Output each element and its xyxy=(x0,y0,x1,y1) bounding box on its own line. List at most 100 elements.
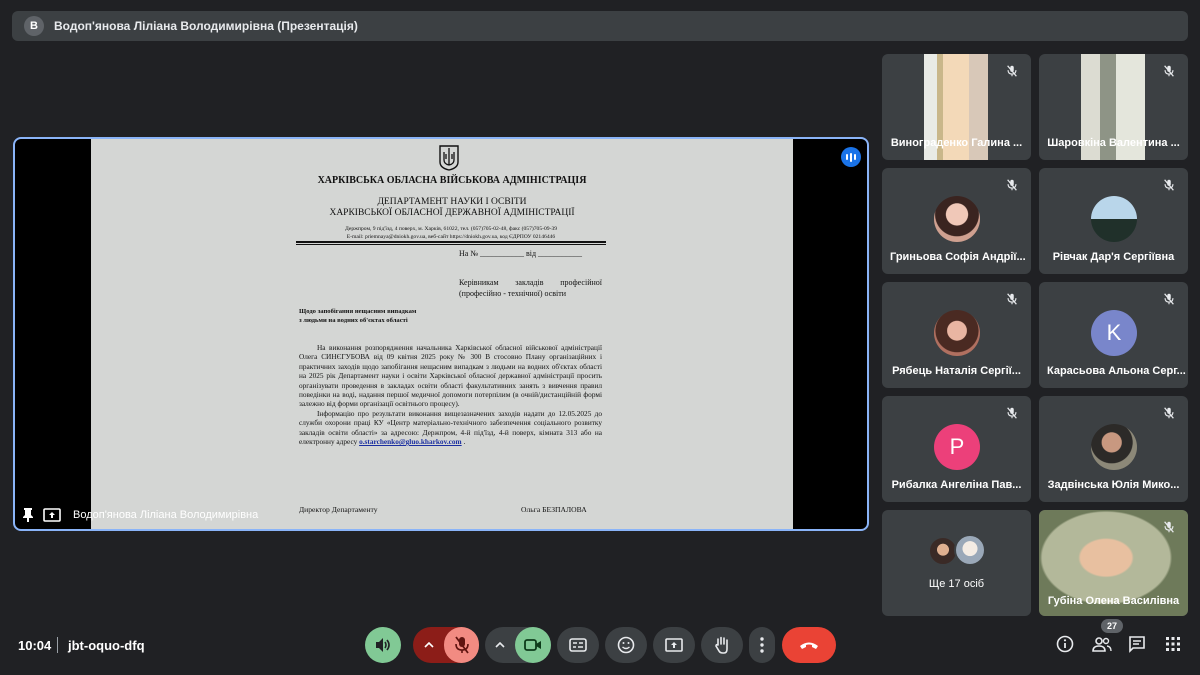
doc-department-line1: ДЕПАРТАМЕНТ НАУКИ І ОСВІТИ xyxy=(377,197,527,207)
participant-name: Гриньова Софія Андрії... xyxy=(890,251,1026,263)
more-vertical-icon xyxy=(760,637,764,653)
mic-off-icon xyxy=(1164,521,1174,533)
mic-off-icon xyxy=(454,636,469,654)
participant-tile[interactable]: P Рибалка Ангеліна Пав... xyxy=(882,396,1031,502)
mic-off-icon xyxy=(1007,407,1017,419)
participant-muted-indicator xyxy=(1005,406,1021,422)
doc-subject-line2: з людьми на водних об'єктах області xyxy=(299,317,408,324)
microphone-control xyxy=(413,627,479,663)
stage-footer: Водоп'янова Ліліана Володимирівна xyxy=(21,507,258,523)
volume-icon xyxy=(376,638,390,652)
present-button[interactable] xyxy=(653,627,695,663)
doc-body: На виконання розпорядження начальника Ха… xyxy=(299,343,602,446)
participant-muted-indicator xyxy=(1005,178,1021,194)
mic-off-icon xyxy=(1164,293,1174,305)
people-icon xyxy=(1092,637,1112,652)
camera-control xyxy=(485,627,551,663)
reactions-button[interactable] xyxy=(605,627,647,663)
participant-name: Задвінська Юлія Мико... xyxy=(1047,479,1180,491)
presentation-title: Водоп'янова Ліліана Володимирівна (Презе… xyxy=(54,19,358,33)
doc-paragraph-2: Інформацію про результати виконання вище… xyxy=(299,409,602,447)
doc-sign-name: Ольга БЕЗПАЛОВА xyxy=(521,505,587,514)
participant-tile[interactable]: K Карасьова Альона Серг... xyxy=(1039,282,1188,388)
participant-muted-indicator xyxy=(1005,292,1021,308)
participant-muted-indicator xyxy=(1005,64,1021,80)
doc-subject-line1: Щодо запобігання нещасним випадкам xyxy=(299,308,417,315)
participant-muted-indicator xyxy=(1162,520,1178,536)
participant-tile[interactable]: Винограденко Галина ... xyxy=(882,54,1031,160)
meeting-details-button[interactable] xyxy=(1055,634,1075,654)
leave-call-button[interactable] xyxy=(782,627,836,663)
mic-off-icon xyxy=(1007,179,1017,191)
pin-icon[interactable] xyxy=(21,507,35,523)
mic-off-icon xyxy=(1007,65,1017,77)
present-screen-icon xyxy=(665,638,683,652)
participant-name: Губіна Олена Василівна xyxy=(1047,595,1180,607)
hand-icon xyxy=(715,636,728,654)
clock-separator xyxy=(57,637,58,653)
presentation-stage[interactable]: ХАРКІВСЬКА ОБЛАСНА ВІЙСЬКОВА АДМІНІСТРАЦ… xyxy=(13,137,869,531)
info-icon xyxy=(1056,635,1074,653)
participant-avatar xyxy=(1091,424,1137,470)
meeting-code: jbt-oquo-dfq xyxy=(68,638,145,653)
participant-tile[interactable]: Рівчак Дар'я Сергіївна xyxy=(1039,168,1188,274)
mic-options-button[interactable] xyxy=(413,642,444,648)
captions-button[interactable] xyxy=(557,627,599,663)
doc-sign-title: Директор Департаменту xyxy=(299,505,378,514)
shared-document: ХАРКІВСЬКА ОБЛАСНА ВІЙСЬКОВА АДМІНІСТРАЦ… xyxy=(91,139,793,529)
raise-hand-button[interactable] xyxy=(701,627,743,663)
participant-avatar xyxy=(1091,196,1137,242)
more-options-button[interactable] xyxy=(749,627,775,663)
participant-name: Шаровкіна Валентина ... xyxy=(1047,137,1180,149)
presentation-title-bar: В Водоп'янова Ліліана Володимирівна (Пре… xyxy=(12,11,1188,41)
speaker-button[interactable] xyxy=(365,627,401,663)
mic-off-icon xyxy=(1164,65,1174,77)
chat-icon xyxy=(1129,636,1145,653)
participant-name: Карасьова Альона Серг... xyxy=(1047,365,1186,377)
doc-recipient: Керівникам закладів професійної (професі… xyxy=(459,278,602,298)
participant-tile[interactable]: Шаровкіна Валентина ... xyxy=(1039,54,1188,160)
doc-department: ДЕПАРТАМЕНТ НАУКИ І ОСВІТИ ХАРКІВСЬКОЇ О… xyxy=(91,197,793,219)
audio-level-icon xyxy=(841,147,861,167)
participant-muted-indicator xyxy=(1162,292,1178,308)
participant-tile[interactable]: Губіна Олена Василівна xyxy=(1039,510,1188,616)
doc-address: Держпром, 9 під'їзд, 4 поверх, м. Харків… xyxy=(296,225,606,241)
mic-off-icon xyxy=(1164,407,1174,419)
chat-button[interactable] xyxy=(1127,634,1147,654)
participant-avatar xyxy=(954,534,986,566)
participant-muted-indicator xyxy=(1162,64,1178,80)
activities-button[interactable] xyxy=(1163,634,1183,654)
participant-tile[interactable]: Ще 17 осіб xyxy=(882,510,1031,616)
participant-muted-indicator xyxy=(1162,406,1178,422)
meeting-clock: 10:04 xyxy=(18,638,52,653)
more-participants-label: Ще 17 осіб xyxy=(928,578,985,590)
captions-icon xyxy=(569,638,587,652)
doc-divider xyxy=(296,241,606,243)
mic-off-icon xyxy=(1007,293,1017,305)
present-screen-icon[interactable] xyxy=(43,507,61,523)
chevron-up-icon xyxy=(495,642,505,648)
camera-options-button[interactable] xyxy=(485,642,515,648)
doc-subject: Щодо запобігання нещасним випадкам з люд… xyxy=(299,307,416,325)
doc-email-link[interactable]: o.starchenko@gluo.kharkov.com xyxy=(359,437,462,446)
apps-grid-icon xyxy=(1166,637,1180,651)
doc-divider-thin xyxy=(296,244,606,245)
presenter-avatar: В xyxy=(24,16,44,36)
camera-toggle-button[interactable] xyxy=(515,627,551,663)
participant-tile[interactable]: Гриньова Софія Андрії... xyxy=(882,168,1031,274)
doc-number-line: На № ___________ від ___________ xyxy=(459,249,583,258)
participant-avatar: P xyxy=(934,424,980,470)
participant-name: Рибалка Ангеліна Пав... xyxy=(891,479,1022,491)
people-button[interactable] xyxy=(1091,634,1113,654)
control-bar: 10:04 jbt-oquo-dfq 27 xyxy=(0,619,1200,675)
participant-avatar: K xyxy=(1091,310,1137,356)
hang-up-icon xyxy=(800,642,818,649)
participant-tile[interactable]: Рябець Наталія Сергії... xyxy=(882,282,1031,388)
participant-muted-indicator xyxy=(1162,178,1178,194)
doc-paragraph-2-end: . xyxy=(463,437,466,447)
participant-tile[interactable]: Задвінська Юлія Мико... xyxy=(1039,396,1188,502)
doc-org-title: ХАРКІВСЬКА ОБЛАСНА ВІЙСЬКОВА АДМІНІСТРАЦ… xyxy=(317,175,587,186)
emoji-icon xyxy=(617,636,635,654)
presenter-name-label: Водоп'янова Ліліана Володимирівна xyxy=(73,509,259,521)
mic-toggle-button[interactable] xyxy=(444,627,479,663)
